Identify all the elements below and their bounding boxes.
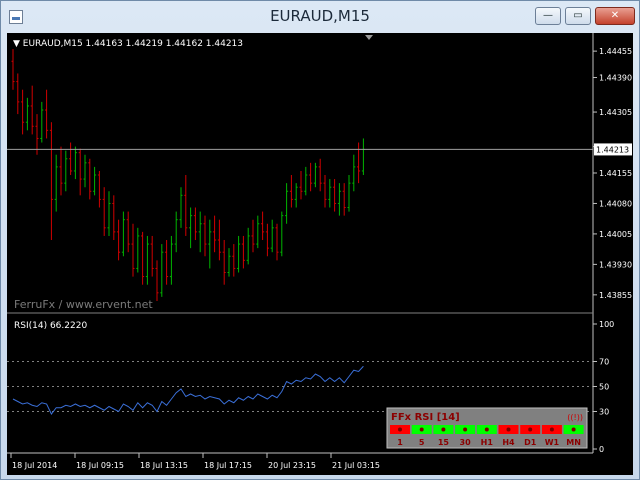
ffx-state-dot — [419, 427, 424, 432]
rsi-tick-label: 70 — [599, 358, 609, 367]
ffx-state-dot — [571, 427, 576, 432]
ffx-timeframe-label: D1 — [524, 438, 537, 447]
ffx-timeframe-label: 1 — [397, 438, 403, 447]
price-tick-label: 1.44080 — [599, 199, 632, 208]
ffx-timeframe-label: W1 — [545, 438, 560, 447]
ffx-alert-icon: ((!)) — [567, 413, 583, 422]
rsi-tick-label: 100 — [599, 320, 614, 329]
rsi-tick-label: 50 — [599, 383, 609, 392]
title-bar[interactable]: EURAUD,M15 — ▭ ✕ — [1, 1, 639, 33]
ffx-timeframe-label: H1 — [481, 438, 494, 447]
ffx-timeframe-label: 5 — [419, 438, 425, 447]
price-ticks: 1.444551.443901.443051.442201.441551.440… — [7, 47, 632, 300]
time-tick-label: 18 Jul 13:15 — [140, 461, 188, 470]
ffx-state-dot — [398, 427, 402, 432]
rsi-tick-label: 0 — [599, 445, 604, 454]
time-tick-label: 18 Jul 2014 — [12, 461, 57, 470]
rsi-label[interactable]: RSI(14) 66.2220 — [14, 321, 87, 331]
symbol-header[interactable]: ▼ EURAUD,M15 1.44163 1.44219 1.44162 1.4… — [13, 39, 243, 49]
ffx-state-dot — [441, 427, 446, 432]
price-tick-label: 1.44005 — [599, 230, 632, 239]
rsi-ticks: 100 70 50 30 0 — [593, 320, 614, 454]
ffx-timeframe-label: H4 — [502, 438, 515, 447]
ffx-rsi-widget[interactable]: FFx RSI [14] ((!)) 1 5 15 30 H1 H4 D1 W1 MN — [386, 407, 588, 449]
ffx-state-dot — [484, 427, 489, 432]
ffx-state-dot — [463, 427, 468, 432]
price-tick-label: 1.44305 — [599, 108, 632, 117]
maximize-button[interactable]: ▭ — [565, 7, 591, 25]
rsi-tick-label: 30 — [599, 408, 609, 417]
chart-window: EURAUD,M15 — ▭ ✕ 1.44455 1.44390 1.44305 1.… — [0, 0, 640, 480]
current-price-label: 1.44213 — [596, 145, 629, 154]
price-tick-label: 1.43930 — [599, 260, 632, 269]
time-tick-label: 21 Jul 03:15 — [332, 461, 380, 470]
price-chart-svg[interactable]: 1.444551.443901.443051.442201.441551.440… — [7, 33, 633, 475]
minimize-button[interactable]: — — [535, 7, 561, 25]
time-tick-label: 18 Jul 09:15 — [76, 461, 124, 470]
ffx-state-dot — [549, 427, 554, 432]
price-tick-label: 1.44455 — [599, 47, 632, 56]
ffx-timeframe-label: MN — [566, 438, 581, 447]
chart-area[interactable]: 1.444551.443901.443051.442201.441551.440… — [7, 33, 633, 475]
ffx-timeframe-label: 30 — [460, 438, 472, 447]
rsi-group — [7, 361, 593, 415]
ffx-title: FFx RSI [14] — [391, 412, 460, 423]
rsi-line — [12, 365, 364, 415]
price-tick-label: 1.44155 — [599, 169, 632, 178]
price-tick-label: 1.43855 — [599, 291, 632, 300]
candles-group — [11, 49, 365, 301]
ffx-timeframe-label: 15 — [438, 438, 450, 447]
time-tick-label: 20 Jul 23:15 — [268, 461, 316, 470]
ffx-state-dot — [528, 427, 533, 432]
watermark: FerruFx / www.ervent.net — [14, 298, 153, 311]
time-tick-label: 18 Jul 17:15 — [204, 461, 252, 470]
ffx-state-dot — [506, 427, 511, 432]
price-tick-label: 1.44390 — [599, 74, 632, 83]
close-button[interactable]: ✕ — [595, 7, 635, 25]
chart-shift-marker[interactable] — [365, 35, 373, 40]
time-ticks: 18 Jul 2014 18 Jul 09:15 18 Jul 13:15 18 Ju… — [10, 453, 380, 470]
